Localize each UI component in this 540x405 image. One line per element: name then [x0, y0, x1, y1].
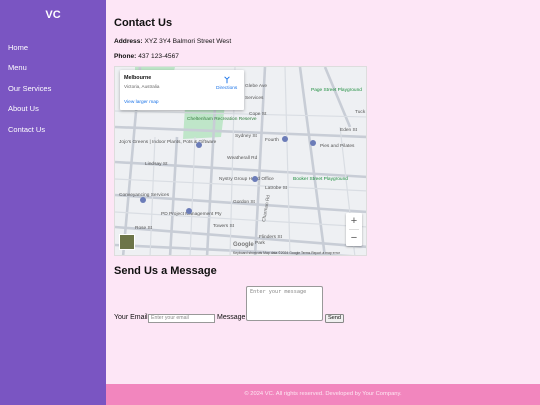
- map-pin-conveyancing[interactable]: [140, 197, 146, 203]
- directions-icon[interactable]: [223, 76, 231, 84]
- map-label-playground2: Booker Street Playground: [293, 176, 348, 182]
- message-textarea[interactable]: Enter your message: [246, 286, 323, 321]
- map-place-region: Victoria, Australia: [124, 84, 160, 89]
- map-label-fourth: Fourth: [265, 137, 279, 143]
- message-form: Your Email Enter your email Message Ente…: [114, 286, 374, 326]
- zoom-out-button[interactable]: −: [346, 230, 362, 246]
- address-value: XYZ 3Y4 Balmori Street West: [144, 38, 232, 45]
- embedded-map[interactable]: Glebe Ave Services Cope St Page Street P…: [114, 66, 367, 256]
- map-zoom-controls: + −: [346, 213, 362, 246]
- map-label-playground1: Page Street Playground: [311, 87, 362, 93]
- map-label-flinders: Flinders St: [259, 234, 283, 240]
- phone-label: Phone:: [114, 53, 137, 60]
- map-label-conveyancing: Conveyancing Services: [119, 192, 170, 198]
- map-pin-pd[interactable]: [186, 208, 192, 214]
- map-pin-nystry[interactable]: [252, 176, 258, 182]
- google-logo: Google: [233, 242, 254, 248]
- directions-link[interactable]: Directions: [216, 86, 237, 91]
- map-label-weatherall: Weatherall Rd: [227, 155, 258, 161]
- nav-item-services[interactable]: Our Services: [0, 82, 106, 102]
- map-label-sydney: Sydney St: [235, 133, 258, 139]
- map-label-gordon: Gordon St: [233, 199, 256, 205]
- nav-item-about[interactable]: About Us: [0, 102, 106, 122]
- map-footnote[interactable]: Keyboard shortcuts Map data ©2024 Google…: [233, 251, 340, 255]
- map-label-nystry: Nystry Group Head Office: [219, 176, 274, 182]
- map-label-jojos: Jojo's Greens | Indoor Plants, Pots & Gi…: [119, 139, 217, 145]
- nav-item-home[interactable]: Home: [0, 41, 106, 61]
- map-place-name: Melbourne: [124, 75, 152, 81]
- address-line: Address: XYZ 3Y4 Balmori Street West: [114, 38, 534, 45]
- email-label: Your Email: [114, 314, 148, 321]
- nav-item-menu[interactable]: Menu: [0, 61, 106, 81]
- map-pin-pies[interactable]: [310, 140, 316, 146]
- page-footer: © 2024 VC. All rights reserved. Develope…: [106, 384, 540, 405]
- contact-title: Contact Us: [114, 17, 173, 29]
- map-label-services: Services: [245, 95, 264, 101]
- sidebar-nav: Home Menu Our Services About Us Contact …: [0, 41, 106, 143]
- nav-item-contact[interactable]: Contact Us: [0, 123, 106, 143]
- phone-value: 437 123-4567: [138, 53, 179, 60]
- zoom-in-button[interactable]: +: [346, 213, 362, 229]
- map-label-tuck: Tuck: [355, 109, 366, 115]
- map-label-glebe: Glebe Ave: [245, 83, 267, 89]
- address-label: Address:: [114, 38, 143, 45]
- email-input[interactable]: Enter your email: [148, 314, 215, 323]
- map-label-park: Park: [255, 240, 265, 246]
- message-label: Message: [217, 314, 246, 321]
- map-label-eden: Eden St: [340, 127, 358, 133]
- map-pin-jojos[interactable]: [196, 142, 202, 148]
- map-label-rose: Rose St: [135, 225, 153, 231]
- map-label-latrobe: Latrobe St: [265, 185, 288, 191]
- phone-line: Phone: 437 123-4567: [114, 53, 534, 60]
- main-content: Contact Us Address: XYZ 3Y4 Balmori Stre…: [114, 0, 534, 323]
- satellite-toggle[interactable]: [119, 234, 135, 250]
- view-larger-map-link[interactable]: View larger map: [124, 100, 159, 105]
- map-label-lindsay: Lindsay St: [145, 161, 168, 167]
- message-title: Send Us a Message: [114, 265, 217, 277]
- map-info-card: Melbourne Victoria, Australia View large…: [120, 70, 244, 110]
- send-button[interactable]: Send: [325, 314, 344, 323]
- sidebar: VC Home Menu Our Services About Us Conta…: [0, 0, 106, 405]
- brand-logo[interactable]: VC: [0, 9, 106, 21]
- map-label-pies: Pies and Pilates: [320, 143, 355, 149]
- map-pin-fourth[interactable]: [282, 136, 288, 142]
- map-label-park-reserve: Cheltenham Recreation Reserve: [187, 116, 257, 122]
- map-label-towers: Towers St: [213, 223, 235, 229]
